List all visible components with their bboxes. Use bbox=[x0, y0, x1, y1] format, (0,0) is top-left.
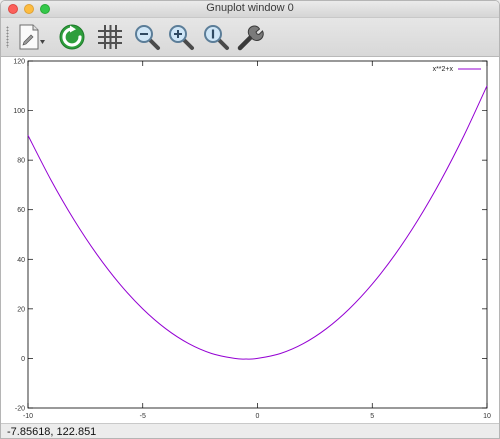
y-tick-label: 60 bbox=[17, 207, 25, 214]
axis-tick-labels: -20 0 20 40 60 80 100 120 -10 -5 0 5 10 bbox=[13, 59, 491, 421]
y-tick-label: 0 bbox=[21, 356, 25, 363]
zoom-in-button[interactable] bbox=[166, 22, 196, 52]
legend-label: x**2+x bbox=[433, 66, 454, 73]
grid-button[interactable] bbox=[95, 22, 125, 52]
curve-x2-plus-x bbox=[27, 85, 488, 360]
mouse-coordinates: -7.85618, 122.851 bbox=[7, 426, 97, 438]
refresh-icon bbox=[59, 24, 85, 50]
x-tick-label: -5 bbox=[140, 413, 146, 420]
y-tick-label: 40 bbox=[17, 257, 25, 264]
gnuplot-window: Gnuplot window 0 -20 0 20 40 60 80 100 1… bbox=[0, 0, 500, 439]
plot-canvas[interactable]: -20 0 20 40 60 80 100 120 -10 -5 0 5 10 x**2+x bbox=[1, 57, 500, 423]
export-button[interactable] bbox=[16, 22, 46, 52]
zoom-in-icon bbox=[169, 25, 194, 50]
status-bar: -7.85618, 122.851 bbox=[1, 423, 499, 438]
toolbar bbox=[1, 18, 499, 57]
zoom-fit-icon bbox=[204, 25, 229, 50]
plot-area[interactable]: -20 0 20 40 60 80 100 120 -10 -5 0 5 10 x**2+x bbox=[1, 57, 500, 423]
x-tick-label: 0 bbox=[256, 413, 260, 420]
y-tick-label: 120 bbox=[13, 59, 25, 66]
legend: x**2+x bbox=[433, 66, 481, 73]
x-tick-label: 10 bbox=[483, 413, 491, 420]
settings-button[interactable] bbox=[236, 22, 266, 52]
plot-frame bbox=[27, 60, 488, 409]
axis-ticks bbox=[27, 60, 488, 409]
y-tick-label: -20 bbox=[15, 406, 25, 413]
window-title: Gnuplot window 0 bbox=[206, 2, 294, 14]
y-tick-label: 100 bbox=[13, 108, 25, 115]
toolbar-grip-icon bbox=[6, 26, 9, 48]
zoom-out-icon bbox=[135, 25, 160, 50]
replot-button[interactable] bbox=[57, 22, 87, 52]
grid-icon bbox=[98, 25, 122, 49]
y-tick-label: 20 bbox=[17, 306, 25, 313]
wrench-icon bbox=[237, 25, 264, 51]
zoom-out-button[interactable] bbox=[132, 22, 162, 52]
zoom-reset-button[interactable] bbox=[201, 22, 231, 52]
x-tick-label: -10 bbox=[23, 413, 33, 420]
document-export-icon bbox=[19, 24, 45, 50]
y-tick-label: 80 bbox=[17, 158, 25, 165]
title-bar[interactable]: Gnuplot window 0 bbox=[1, 1, 499, 18]
x-tick-label: 5 bbox=[370, 413, 374, 420]
